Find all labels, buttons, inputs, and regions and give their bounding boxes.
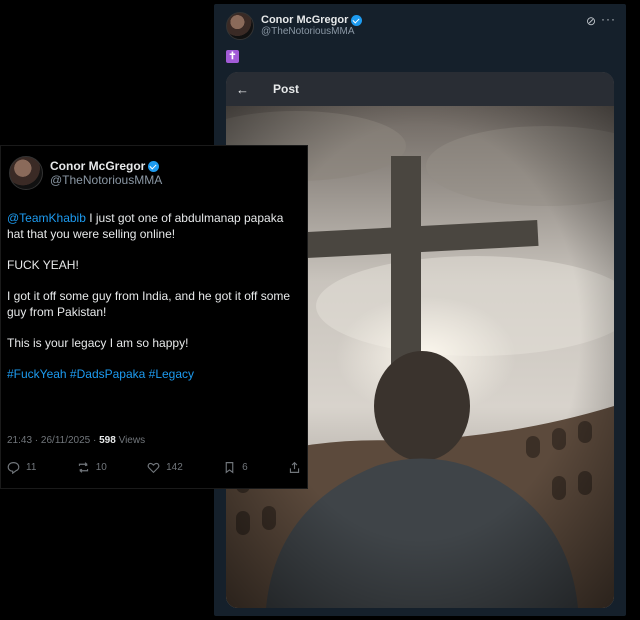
bookmark-button[interactable]: 6 bbox=[223, 461, 248, 474]
verified-badge-icon bbox=[148, 160, 160, 172]
author-name-row: Conor McGregor bbox=[261, 14, 363, 26]
views-label: Views bbox=[115, 435, 146, 446]
author-name-row: Conor McGregor bbox=[50, 160, 162, 172]
tweet-paragraph: This is your legacy I am so happy! bbox=[7, 336, 189, 350]
bookmark-count: 6 bbox=[242, 462, 248, 473]
tweet-header: Conor McGregor @TheNotoriousMMA bbox=[9, 156, 162, 190]
reply-icon bbox=[7, 462, 20, 474]
author-handle[interactable]: @TheNotoriousMMA bbox=[261, 26, 362, 38]
share-icon bbox=[289, 461, 300, 473]
post-title: Post bbox=[273, 82, 300, 96]
tweet-meta: 21:43 · 26/11/2025 · 598 Views bbox=[7, 435, 145, 446]
bookmark-icon bbox=[225, 462, 234, 474]
grok-icon[interactable]: ⊘ bbox=[586, 14, 596, 28]
reply-button[interactable]: 11 bbox=[7, 461, 36, 474]
reply-count: 11 bbox=[26, 462, 37, 473]
mention-link[interactable]: @TeamKhabib bbox=[7, 211, 86, 225]
avatar[interactable] bbox=[9, 156, 43, 190]
repost-count: 10 bbox=[95, 462, 107, 473]
author-name[interactable]: Conor McGregor bbox=[261, 14, 348, 26]
views-count: 598 bbox=[99, 435, 116, 446]
like-count: 142 bbox=[166, 462, 183, 473]
tweet-paragraph: FUCK YEAH! bbox=[7, 258, 79, 272]
timestamp[interactable]: 21:43 · 26/11/2025 · bbox=[7, 435, 99, 446]
like-button[interactable]: 142 bbox=[147, 461, 183, 474]
tweet-card: Conor McGregor @TheNotoriousMMA @TeamKha… bbox=[0, 145, 308, 489]
background-tweet-header: Conor McGregor @TheNotoriousMMA bbox=[226, 12, 363, 40]
author-handle[interactable]: @TheNotoriousMMA bbox=[50, 174, 162, 186]
tweet-paragraph: I got it off some guy from India, and he… bbox=[7, 289, 291, 319]
heart-icon bbox=[147, 462, 160, 474]
author-name[interactable]: Conor McGregor bbox=[50, 160, 145, 172]
repost-button[interactable]: 10 bbox=[77, 461, 107, 474]
post-header-bar: ← Post bbox=[226, 72, 614, 106]
more-options-icon[interactable]: ··· bbox=[601, 12, 616, 26]
verified-badge-icon bbox=[351, 14, 363, 26]
tweet-text: @TeamKhabib I just got one of abdulmanap… bbox=[7, 210, 301, 397]
action-bar: 11 10 142 6 bbox=[7, 461, 301, 474]
hashtags[interactable]: #FuckYeah #DadsPapaka #Legacy bbox=[7, 366, 301, 382]
repost-icon bbox=[78, 462, 88, 473]
tweet-paragraph: @TeamKhabib I just got one of abdulmanap… bbox=[7, 210, 301, 242]
back-arrow-icon[interactable]: ← bbox=[236, 82, 249, 97]
avatar[interactable] bbox=[226, 12, 254, 40]
cross-emoji-icon: ✝ bbox=[226, 50, 239, 63]
share-button[interactable] bbox=[288, 461, 301, 474]
